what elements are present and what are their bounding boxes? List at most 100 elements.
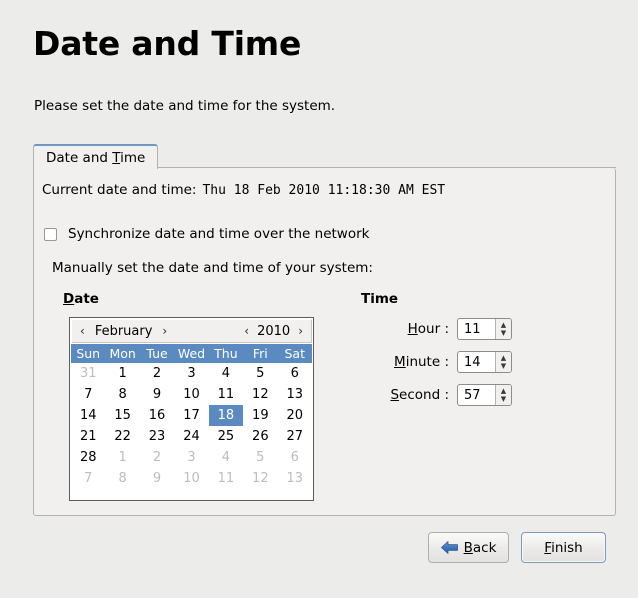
calendar-weekday-sat: Sat: [284, 346, 305, 361]
date-heading-mnemonic-letter: D: [63, 291, 75, 307]
minute-value[interactable]: 14: [458, 355, 481, 370]
calendar-day-selected[interactable]: 18: [208, 405, 244, 426]
calendar-day[interactable]: 27: [278, 426, 312, 447]
page-subtitle: Please set the date and time for the sys…: [34, 98, 336, 114]
back-button[interactable]: Back: [428, 532, 509, 563]
hour-label: Hour :: [407, 321, 449, 337]
calendar-weekday-mon: Mon: [109, 346, 136, 361]
calendar-week-row: 7 8 9 10 11 12 13: [71, 468, 312, 489]
calendar-weekday-header: Sun Mon Tue Wed Thu Fri Sat: [71, 344, 312, 363]
calendar-day[interactable]: 5: [243, 363, 277, 384]
date-time-tab-panel: Current date and time: Thu 18 Feb 2010 11…: [33, 168, 616, 516]
calendar-day[interactable]: 15: [105, 405, 139, 426]
chevron-down-icon[interactable]: ▼: [501, 362, 506, 370]
sync-network-row[interactable]: Synchronize date and time over the netwo…: [44, 226, 369, 242]
calendar-weekday-tue: Tue: [146, 346, 168, 361]
calendar-week-row: 7 8 9 10 11 12 13: [71, 384, 312, 405]
calendar-day[interactable]: 24: [174, 426, 208, 447]
back-arrow-icon: [440, 541, 458, 554]
calendar-day[interactable]: 3: [174, 447, 208, 468]
calendar-day[interactable]: 12: [243, 468, 277, 489]
calendar-day[interactable]: 16: [140, 405, 174, 426]
chevron-up-icon[interactable]: ▲: [501, 387, 506, 395]
second-value[interactable]: 57: [458, 388, 481, 403]
calendar-day[interactable]: 19: [243, 405, 277, 426]
finish-button-label: Finish: [544, 539, 583, 556]
calendar-day[interactable]: 4: [209, 447, 243, 468]
calendar-day[interactable]: 4: [209, 363, 243, 384]
calendar-day[interactable]: 11: [209, 384, 243, 405]
calendar-day[interactable]: 2: [140, 363, 174, 384]
calendar-day[interactable]: 2: [140, 447, 174, 468]
calendar-day[interactable]: 9: [140, 384, 174, 405]
current-date-time-label: Current date and time:: [42, 182, 197, 198]
calendar-day[interactable]: 6: [278, 363, 312, 384]
calendar-day[interactable]: 3: [174, 363, 208, 384]
calendar-day[interactable]: 10: [174, 384, 208, 405]
calendar-day[interactable]: 17: [174, 405, 208, 426]
time-section-heading: Time: [361, 291, 399, 307]
calendar-weekday-thu: Thu: [214, 346, 238, 361]
tab-date-and-time[interactable]: Date and Time: [33, 144, 159, 169]
calendar-day[interactable]: 23: [140, 426, 174, 447]
calendar-day[interactable]: 14: [71, 405, 105, 426]
finish-mnemonic-letter: F: [544, 539, 552, 556]
calendar-next-month-icon[interactable]: ›: [160, 325, 169, 337]
calendar-day[interactable]: 10: [174, 468, 208, 489]
hour-mnemonic-letter: H: [407, 321, 418, 337]
hour-spinner[interactable]: 11 ▲ ▼: [457, 318, 512, 340]
current-date-time-row: Current date and time: Thu 18 Feb 2010 11…: [42, 182, 445, 198]
calendar-week-row: 28 1 2 3 4 5 6: [71, 447, 312, 468]
calendar-week-row: 21 22 23 24 25 26 27: [71, 426, 312, 447]
calendar-widget[interactable]: ‹ February › ‹ 2010 › Sun Mon Tue Wed Thu Fri…: [69, 317, 314, 501]
calendar-day[interactable]: 31: [71, 363, 105, 384]
minute-spinner-buttons[interactable]: ▲ ▼: [495, 352, 511, 372]
calendar-day[interactable]: 22: [105, 426, 139, 447]
calendar-prev-year-icon[interactable]: ‹: [242, 325, 251, 337]
calendar-day[interactable]: 26: [243, 426, 277, 447]
back-mnemonic-letter: B: [463, 539, 473, 556]
calendar-day-grid[interactable]: 31 1 2 3 4 5 6 7 8 9 10 11 12 13 14 15 16 17 18 19 20 21 22 23 2…: [70, 363, 313, 489]
calendar-day[interactable]: 11: [209, 468, 243, 489]
second-spinner[interactable]: 57 ▲ ▼: [457, 384, 512, 406]
calendar-month-group: ‹ February ›: [78, 324, 169, 339]
calendar-day[interactable]: 7: [71, 384, 105, 405]
calendar-day[interactable]: 20: [278, 405, 312, 426]
calendar-year-label: 2010: [257, 323, 291, 339]
minute-spinner[interactable]: 14 ▲ ▼: [457, 351, 512, 373]
chevron-up-icon[interactable]: ▲: [501, 354, 506, 362]
chevron-up-icon[interactable]: ▲: [501, 321, 506, 329]
tab-date-and-time-label: Date and Time: [46, 149, 146, 166]
second-row: Second : 57 ▲ ▼: [361, 384, 512, 406]
current-date-time-value: Thu 18 Feb 2010 11:18:30 AM EST: [202, 183, 446, 198]
calendar-day[interactable]: 25: [209, 426, 243, 447]
hour-spinner-buttons[interactable]: ▲ ▼: [495, 319, 511, 339]
calendar-day[interactable]: 9: [140, 468, 174, 489]
calendar-day[interactable]: 13: [278, 384, 312, 405]
tab-strip: Date and Time: [33, 144, 616, 169]
calendar-day[interactable]: 21: [71, 426, 105, 447]
calendar-year-group: ‹ 2010 ›: [242, 324, 305, 339]
second-mnemonic-letter: S: [390, 387, 400, 403]
calendar-day[interactable]: 1: [105, 447, 139, 468]
chevron-down-icon[interactable]: ▼: [501, 395, 506, 403]
sync-network-checkbox[interactable]: [44, 227, 57, 241]
calendar-day[interactable]: 5: [243, 447, 277, 468]
calendar-day[interactable]: 6: [278, 447, 312, 468]
calendar-day[interactable]: 8: [105, 468, 139, 489]
minute-mnemonic-letter: M: [394, 354, 406, 370]
calendar-day[interactable]: 7: [71, 468, 105, 489]
hour-value[interactable]: 11: [458, 322, 481, 337]
calendar-day[interactable]: 1: [105, 363, 139, 384]
manual-set-label: Manually set the date and time of your s…: [52, 260, 373, 276]
calendar-day[interactable]: 28: [71, 447, 105, 468]
calendar-next-year-icon[interactable]: ›: [296, 325, 305, 337]
calendar-day[interactable]: 13: [278, 468, 312, 489]
second-spinner-buttons[interactable]: ▲ ▼: [495, 385, 511, 405]
chevron-down-icon[interactable]: ▼: [501, 329, 506, 337]
finish-button[interactable]: Finish: [521, 532, 606, 563]
calendar-day[interactable]: 12: [243, 384, 277, 405]
calendar-day[interactable]: 8: [105, 384, 139, 405]
calendar-prev-month-icon[interactable]: ‹: [78, 325, 87, 337]
back-button-label: Back: [463, 539, 497, 556]
